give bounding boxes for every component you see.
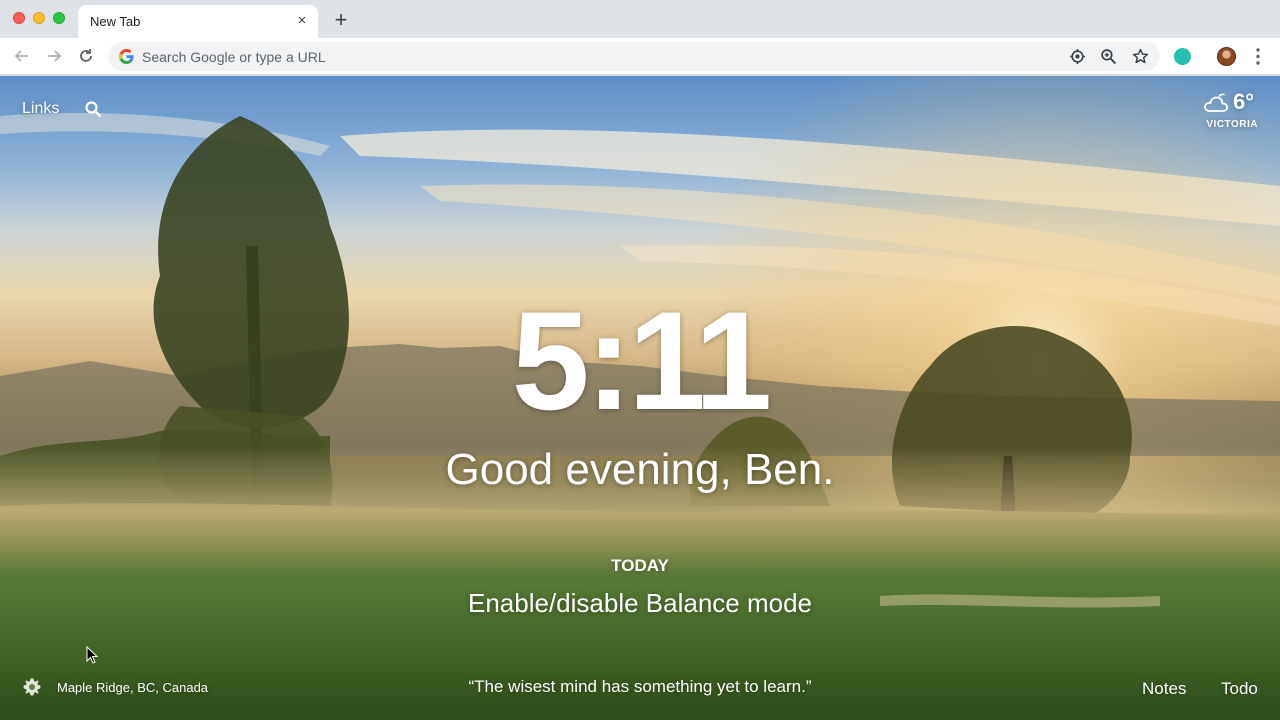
weather-temperature[interactable]: 6° [1233,89,1254,115]
zoom-icon[interactable] [1100,48,1117,65]
mouse-cursor-icon [86,646,98,664]
browser-toolbar: Search Google or type a URL [0,38,1280,75]
reload-icon[interactable] [75,45,97,67]
search-icon[interactable] [84,100,102,118]
window-close-button[interactable] [13,12,25,24]
bookmark-star-icon[interactable] [1132,48,1149,65]
weather-city: VICTORIA [1206,119,1258,130]
cloud-icon[interactable] [1202,91,1230,115]
google-g-icon [119,49,134,64]
momentum-dashboard: Links 6° VICTORIA 5:11 Good evening, Ben… [0,76,1280,720]
tab-close-icon[interactable]: × [294,13,310,29]
omnibox-placeholder: Search Google or type a URL [142,49,326,65]
focus-task[interactable]: Enable/disable Balance mode [0,588,1280,619]
new-tab-button[interactable]: + [330,9,352,31]
tab-title: New Tab [90,14,141,29]
profile-avatar[interactable] [1217,47,1236,66]
location-icon[interactable] [1069,48,1086,65]
menu-kebab-icon[interactable] [1253,47,1263,66]
forward-icon[interactable] [43,45,65,67]
back-icon[interactable] [11,45,33,67]
address-bar[interactable]: Search Google or type a URL [108,42,1160,71]
daily-quote[interactable]: “The wisest mind has something yet to le… [0,677,1280,697]
focus-label: TODAY [611,556,669,575]
extension-icon[interactable] [1174,48,1191,65]
links-button[interactable]: Links [22,100,59,118]
window-zoom-button[interactable] [53,12,65,24]
tab-strip: New Tab × + [0,0,1280,38]
todo-button[interactable]: Todo [1221,679,1258,699]
notes-button[interactable]: Notes [1142,679,1186,699]
greeting-message: Good evening, Ben. [445,445,835,494]
clock-time: 5:11 [511,282,772,439]
window-minimize-button[interactable] [33,12,45,24]
tab-new-tab[interactable]: New Tab × [78,5,318,38]
